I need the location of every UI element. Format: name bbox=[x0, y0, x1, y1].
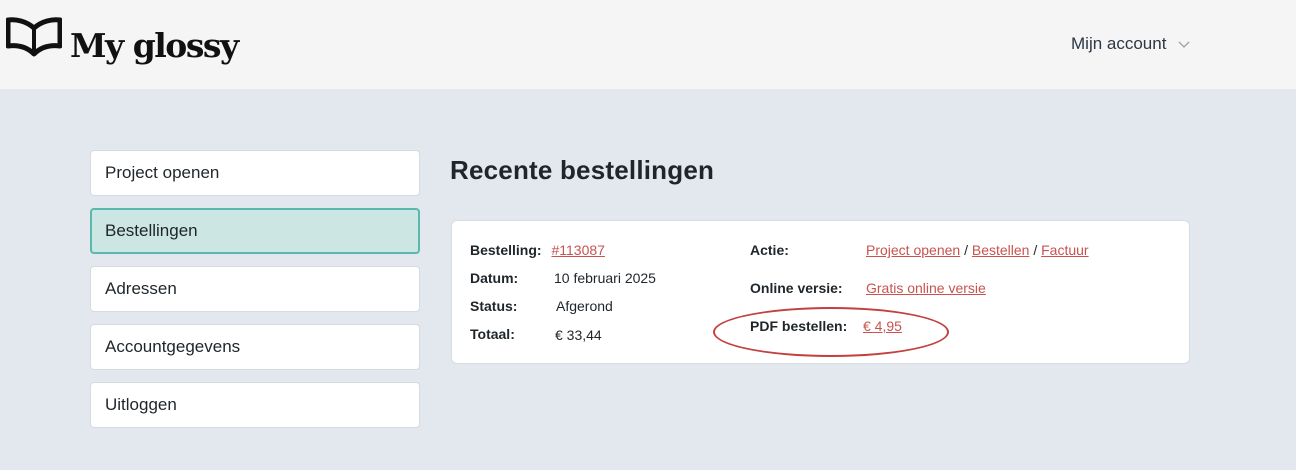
date-value: 10 februari 2025 bbox=[554, 270, 656, 286]
order-number-row: Bestelling: #113087 bbox=[470, 242, 605, 258]
action-separator: / bbox=[960, 242, 972, 258]
sidebar-item-adressen[interactable]: Adressen bbox=[90, 266, 420, 312]
account-sidebar: Project openen Bestellingen Adressen Acc… bbox=[90, 150, 420, 440]
status-value: Afgerond bbox=[556, 298, 613, 314]
order-number-link[interactable]: #113087 bbox=[551, 242, 604, 258]
project-openen-link[interactable]: Project openen bbox=[866, 242, 960, 258]
date-row: Datum: bbox=[470, 270, 518, 286]
annotation-ellipse bbox=[713, 307, 949, 357]
sidebar-item-uitloggen[interactable]: Uitloggen bbox=[90, 382, 420, 428]
online-label: Online versie: bbox=[750, 280, 843, 296]
brand-name: My glossy bbox=[70, 26, 239, 65]
total-row: Totaal: bbox=[470, 326, 515, 342]
page-title: Recente bestellingen bbox=[450, 155, 715, 185]
factuur-link[interactable]: Factuur bbox=[1041, 242, 1088, 258]
chevron-down-icon bbox=[1178, 41, 1190, 48]
online-version-link: Gratis online versie bbox=[866, 280, 986, 296]
status-row: Status: bbox=[470, 298, 517, 314]
sidebar-item-accountgegevens[interactable]: Accountgegevens bbox=[90, 324, 420, 370]
top-header: My glossy Mijn account bbox=[0, 0, 1296, 90]
brand-logo[interactable]: My glossy bbox=[6, 16, 239, 62]
total-label: Totaal: bbox=[470, 326, 515, 342]
status-label: Status: bbox=[470, 298, 518, 314]
open-book-icon bbox=[6, 17, 62, 57]
account-label: Mijn account bbox=[1071, 34, 1167, 53]
sidebar-item-bestellingen[interactable]: Bestellingen bbox=[90, 208, 420, 254]
action-separator: / bbox=[1029, 242, 1042, 258]
bestellen-link[interactable]: Bestellen bbox=[972, 242, 1030, 258]
action-label: Actie: bbox=[750, 242, 789, 258]
date-label: Datum: bbox=[470, 270, 519, 286]
total-value: € 33,44 bbox=[555, 327, 602, 343]
sidebar-item-project-openen[interactable]: Project openen bbox=[90, 150, 420, 196]
order-label: Bestelling: bbox=[470, 242, 542, 258]
account-menu[interactable]: Mijn account bbox=[1071, 33, 1190, 55]
action-links: Project openen / Bestellen / Factuur bbox=[866, 242, 1089, 258]
